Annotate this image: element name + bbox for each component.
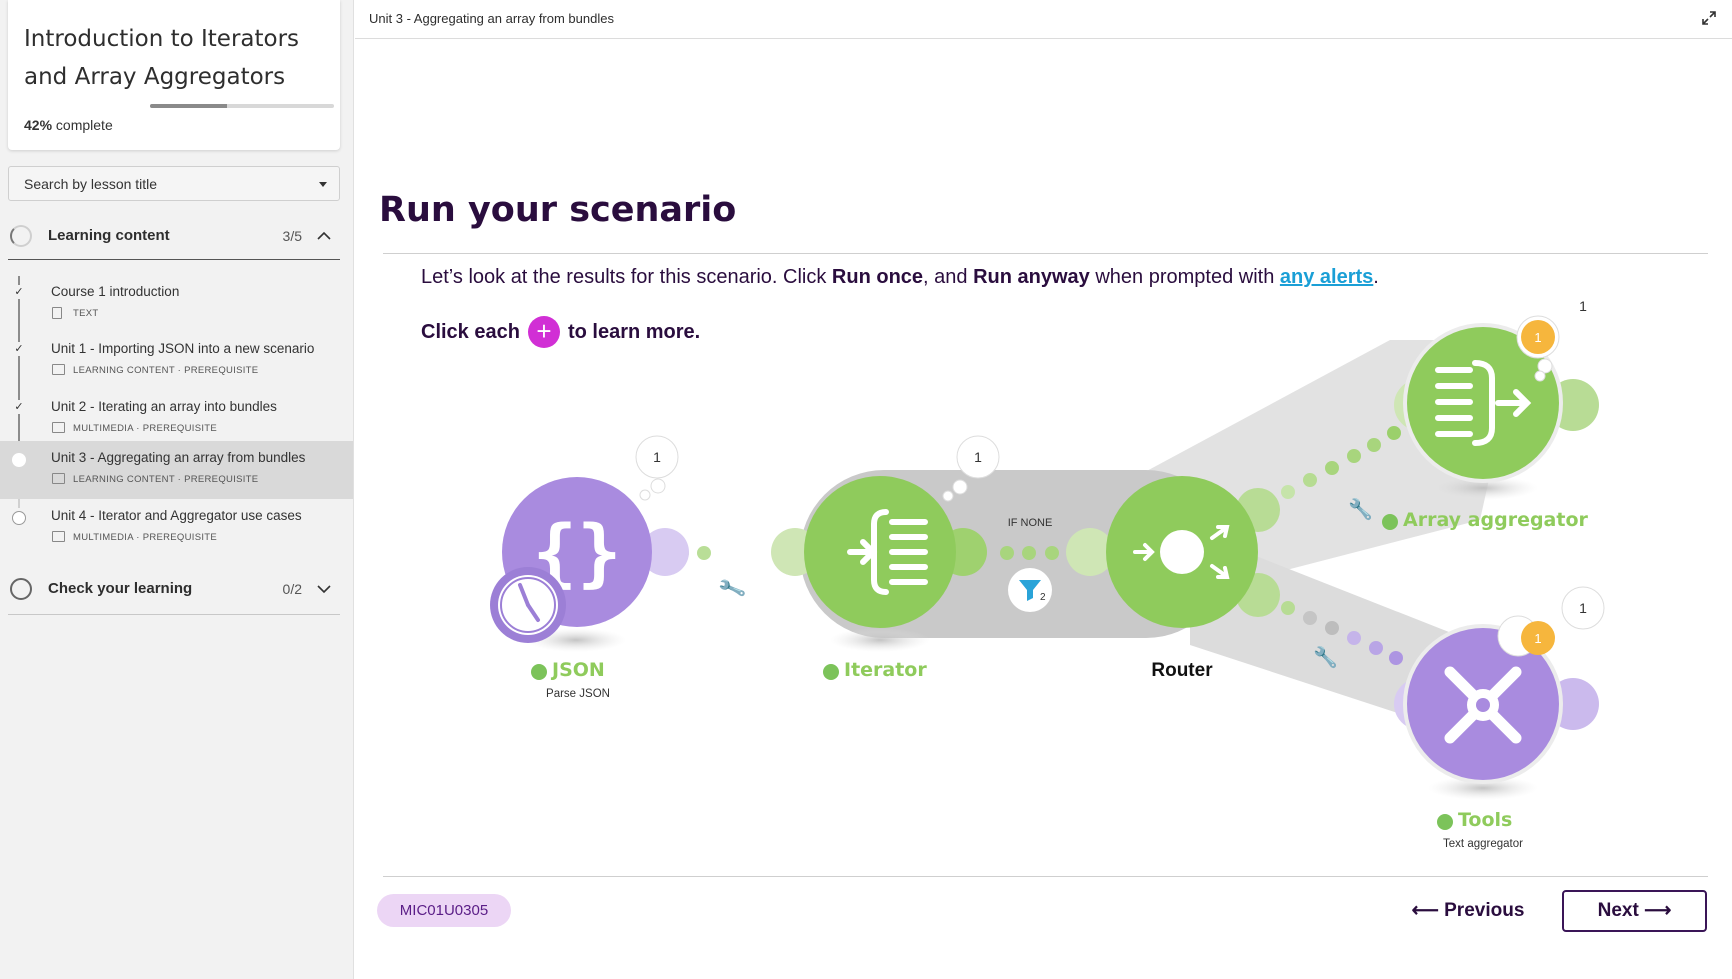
status-ok-icon	[1382, 514, 1398, 530]
status-ok-icon	[1437, 814, 1453, 830]
json-module[interactable]: {}	[490, 435, 689, 652]
progress-suffix: complete	[55, 117, 113, 133]
section-check-your-learning[interactable]: Check your learning 0/2	[8, 569, 340, 609]
json-label: JSON	[550, 659, 605, 681]
connector-dots-iterator-router	[1000, 546, 1059, 560]
intro-text-part: Let’s look at the results for this scena…	[421, 266, 832, 288]
course-title: Introduction to Iterators and Array Aggr…	[24, 26, 300, 90]
section-count: 0/2	[282, 581, 302, 597]
chevron-up-icon[interactable]	[316, 228, 332, 244]
chevron-down-icon[interactable]	[316, 581, 332, 597]
module-icon	[52, 422, 65, 433]
section-divider	[8, 614, 340, 615]
lesson-item[interactable]: ✓ Unit 1 - Importing JSON into a new sce…	[0, 332, 353, 390]
footer-divider	[383, 876, 1708, 877]
lesson-title: Course 1 introduction	[51, 284, 180, 299]
section-learning-content[interactable]: Learning content 3/5	[8, 216, 340, 256]
lesson-item[interactable]: ✓ Course 1 introduction TEXT	[0, 275, 353, 333]
array-aggregator-label: Array aggregator	[1403, 509, 1589, 531]
previous-button[interactable]: ⟵ Previous	[1410, 891, 1526, 931]
iterator-bubble-count: 1	[974, 449, 982, 465]
wrench-icon: 🔧	[1348, 497, 1373, 521]
iterator-label: Iterator	[844, 659, 927, 681]
section-progress-ring-icon	[10, 578, 32, 600]
array-aggregator-bubble-count: 1	[1579, 300, 1587, 314]
wrench-icon: 🔧	[716, 573, 748, 604]
lesson-title: Unit 2 - Iterating an array into bundles	[51, 399, 277, 414]
scenario-diagram: 🔧 🔧 🔧 {} 1 JSON Parse JSON 1 Iterator IF…	[490, 300, 1605, 850]
progress-percent: 42%	[24, 117, 53, 133]
section-count: 3/5	[282, 228, 302, 244]
module-icon	[52, 364, 65, 375]
module-icon	[52, 473, 65, 484]
array-aggregator-badge-count: 1	[1534, 330, 1541, 345]
checkmark-icon: ✓	[13, 285, 25, 299]
wrench-icon: 🔧	[1313, 645, 1338, 669]
next-button-label: Next	[1597, 900, 1639, 921]
lesson-code-badge: MIC01U0305	[377, 894, 511, 927]
any-alerts-link[interactable]: any alerts	[1280, 266, 1373, 288]
filter-label: IF NONE	[1008, 517, 1053, 529]
lesson-title: Unit 4 - Iterator and Aggregator use cas…	[51, 508, 302, 523]
router-label: Router	[1151, 660, 1213, 681]
next-button[interactable]: Next ⟶	[1562, 890, 1707, 932]
tools-sublabel: Text aggregator	[1443, 838, 1523, 850]
checkmark-icon: ✓	[13, 342, 25, 356]
tools-badge-count: 1	[1534, 631, 1541, 646]
course-sidebar: Introduction to Iterators and Array Aggr…	[0, 0, 354, 979]
filter-count: 2	[1040, 592, 1046, 603]
status-ok-icon	[823, 664, 839, 680]
tools-label: Tools	[1458, 809, 1512, 831]
tools-bubble-count: 1	[1579, 600, 1587, 616]
intro-text: Let’s look at the results for this scena…	[421, 266, 1379, 289]
lesson-title: Unit 3 - Aggregating an array from bundl…	[51, 450, 306, 465]
previous-button-label: Previous	[1444, 900, 1525, 921]
checkmark-icon: ✓	[13, 400, 25, 414]
section-divider	[8, 259, 340, 260]
lesson-search-placeholder: Search by lesson title	[24, 176, 158, 192]
incomplete-lesson-dot-icon	[12, 511, 26, 525]
section-label: Learning content	[48, 227, 170, 244]
progress-bar	[150, 104, 334, 108]
progress-text: 42% complete	[24, 117, 113, 133]
arrow-left-icon: ⟵	[1411, 900, 1439, 921]
current-lesson-dot-icon	[12, 453, 26, 467]
lesson-meta: LEARNING CONTENT · PREREQUISITE	[73, 474, 259, 485]
run-once-label: Run once	[831, 266, 924, 288]
lesson-search-select[interactable]: Search by lesson title	[8, 166, 340, 201]
caret-down-icon	[319, 182, 327, 187]
run-anyway-label: Run anyway	[973, 266, 1090, 288]
lesson-meta: LEARNING CONTENT · PREREQUISITE	[73, 365, 259, 376]
status-ok-icon	[531, 664, 547, 680]
json-bubble-count: 1	[653, 449, 661, 465]
expand-icon[interactable]	[1700, 10, 1718, 28]
course-card: Introduction to Iterators and Array Aggr…	[8, 0, 340, 150]
lesson-topbar: Unit 3 - Aggregating an array from bundl…	[355, 0, 1732, 39]
unit-title: Unit 3 - Aggregating an array from bundl…	[369, 11, 614, 26]
heading-divider	[383, 253, 1708, 254]
intro-text-part: .	[1373, 266, 1379, 288]
json-sublabel: Parse JSON	[546, 688, 610, 700]
document-icon	[52, 307, 62, 319]
arrow-right-icon: ⟶	[1644, 900, 1672, 921]
intro-text-part: , and	[923, 266, 974, 288]
progress-bar-fill	[150, 104, 228, 108]
lesson-item[interactable]: Unit 4 - Iterator and Aggregator use cas…	[0, 499, 353, 557]
filter-icon[interactable]	[1008, 568, 1052, 612]
intro-text-part: when prompted with	[1089, 266, 1280, 288]
module-icon	[52, 531, 65, 542]
page-heading: Run your scenario	[379, 190, 737, 230]
lesson-meta: MULTIMEDIA · PREREQUISITE	[73, 423, 218, 434]
lesson-meta: TEXT	[73, 308, 99, 319]
lesson-item-active[interactable]: Unit 3 - Aggregating an array from bundl…	[0, 441, 353, 499]
lesson-title: Unit 1 - Importing JSON into a new scena…	[51, 341, 315, 356]
lesson-item[interactable]: ✓ Unit 2 - Iterating an array into bundl…	[0, 390, 353, 448]
section-progress-ring-icon	[10, 225, 32, 247]
lesson-meta: MULTIMEDIA · PREREQUISITE	[73, 532, 218, 543]
section-label: Check your learning	[48, 580, 193, 597]
